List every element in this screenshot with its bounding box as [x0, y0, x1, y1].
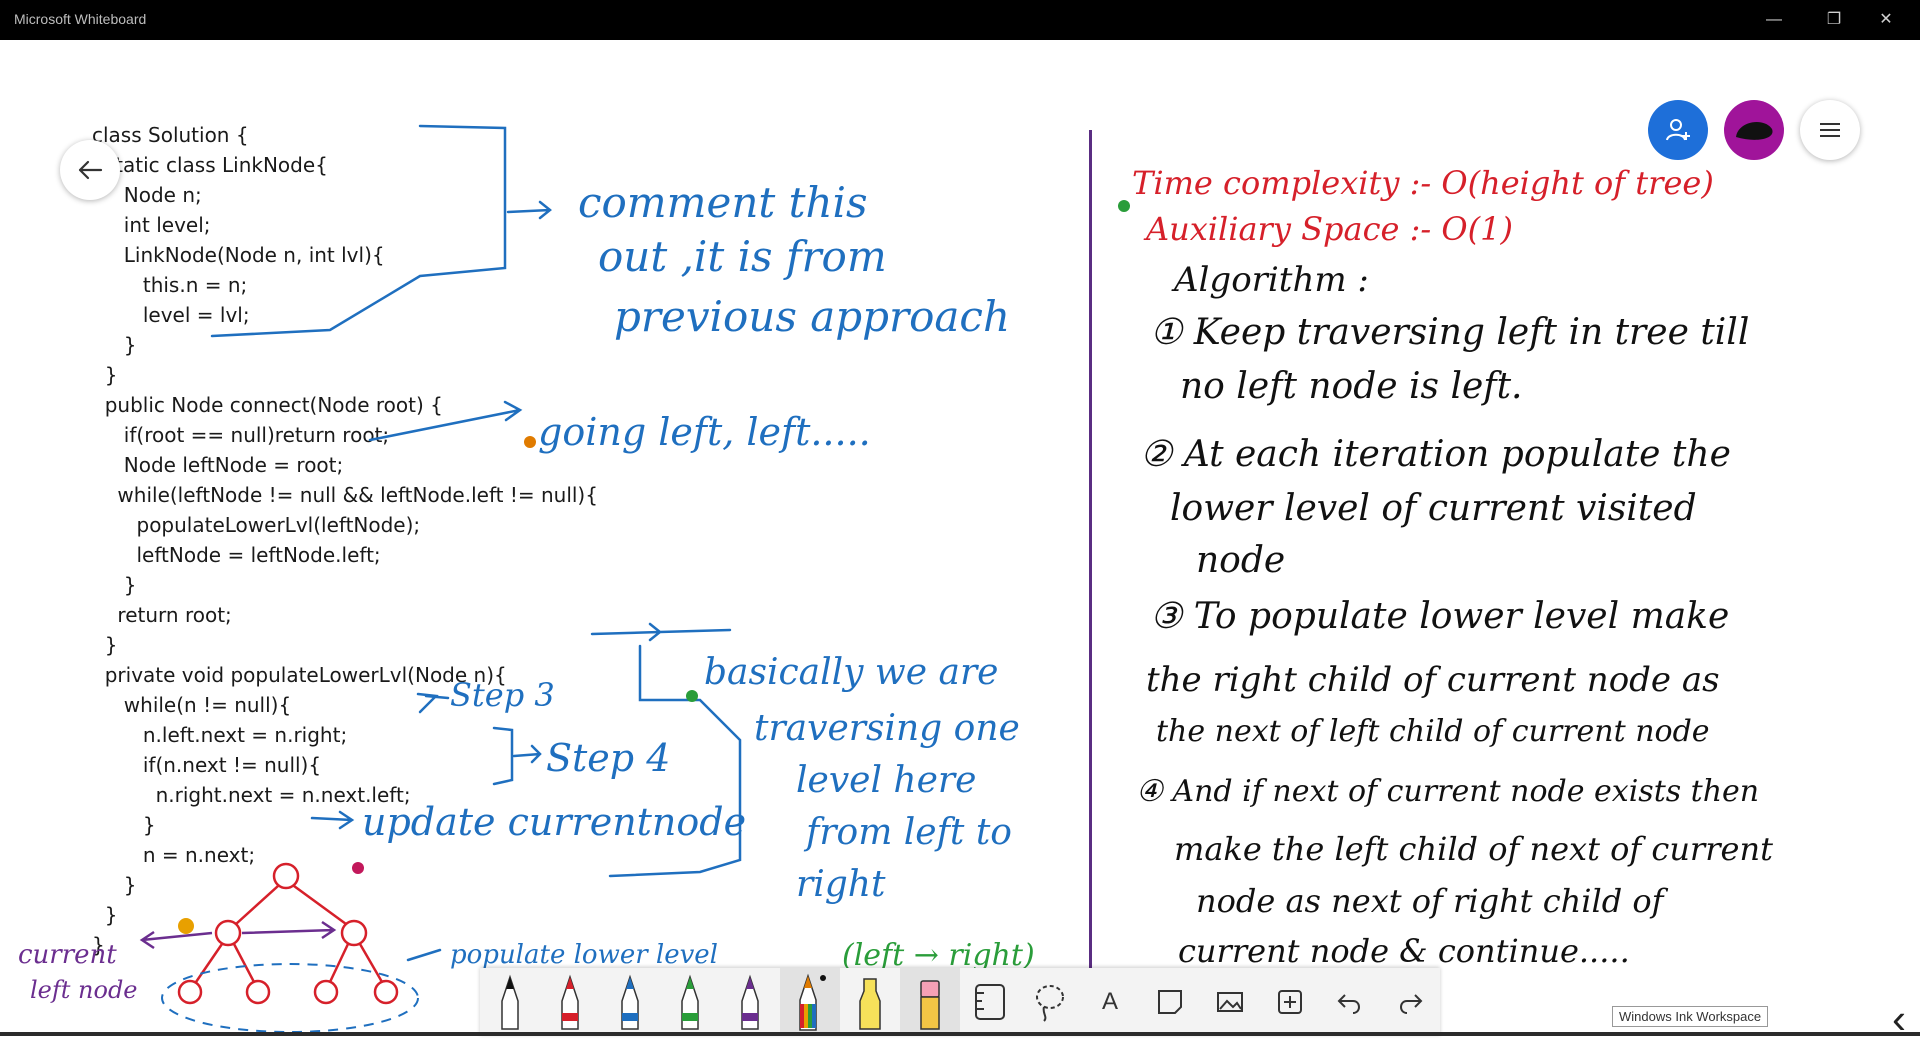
annotation-step4: Step 4	[546, 736, 671, 780]
green-pen-icon[interactable]	[660, 968, 720, 1036]
step1-line1: ① Keep traversing left in tree till	[1150, 312, 1750, 353]
step4-line4: current node & continue.....	[1178, 932, 1630, 970]
annotation-comment-line3: previous approach	[614, 292, 1011, 341]
algorithm-heading: Algorithm :	[1174, 260, 1369, 300]
step4-line3: node as next of right child of	[1196, 882, 1664, 920]
arrow-step3	[416, 692, 450, 714]
divider-line	[1089, 130, 1092, 970]
step1-line2: no left node is left.	[1180, 366, 1523, 407]
annotation-update-currentnode: update currentnode	[362, 800, 747, 844]
step3-line3: the next of left child of current node	[1156, 714, 1710, 749]
redo-icon[interactable]	[1380, 968, 1440, 1036]
add-icon[interactable]	[1260, 968, 1320, 1036]
text-tool-label: A	[1101, 988, 1118, 1015]
aux-space: Auxiliary Space :- O(1)	[1146, 210, 1513, 248]
rainbow-pen-icon[interactable]	[780, 968, 840, 1036]
brace-comment	[210, 124, 507, 338]
arrow-next	[241, 920, 337, 940]
sticky-note-icon[interactable]	[1140, 968, 1200, 1036]
user-avatar-icon	[1736, 122, 1773, 140]
ink-toolbar: A	[480, 968, 1440, 1036]
text-icon[interactable]: A	[1080, 968, 1140, 1036]
maximize-button[interactable]: ❐	[1814, 6, 1854, 34]
lasso-icon[interactable]	[1020, 968, 1080, 1036]
annotation-going-left: going left, left.....	[538, 410, 871, 454]
red-pen-icon[interactable]	[540, 968, 600, 1036]
annotation-basically-line1: basically we are	[704, 652, 999, 693]
add-person-icon	[1666, 119, 1690, 141]
menu-button[interactable]	[1800, 100, 1860, 160]
black-pen-icon[interactable]	[480, 968, 540, 1036]
taskbar-edge	[0, 1032, 1920, 1036]
annotation-left-node: left node	[30, 976, 138, 1004]
step2-line2: lower level of current visited	[1170, 488, 1697, 529]
window-title: Microsoft Whiteboard	[14, 11, 147, 27]
annotation-comment-line2: out ,it is from	[598, 232, 887, 281]
ruler-icon[interactable]	[960, 968, 1020, 1036]
undo-icon[interactable]	[1320, 968, 1380, 1036]
annotation-comment-line1: comment this	[578, 178, 868, 227]
time-complexity: Time complexity :- O(height of tree)	[1132, 164, 1714, 202]
arrow-left-icon	[78, 160, 103, 180]
hamburger-icon	[1820, 123, 1840, 137]
avatar[interactable]	[1724, 100, 1784, 160]
annotation-basically-line4: from left to	[806, 812, 1012, 853]
title-bar: Microsoft Whiteboard — ❐ ✕	[0, 0, 1920, 40]
annotation-step3: Step 3	[450, 676, 555, 714]
highlighter-icon[interactable]	[840, 968, 900, 1036]
step2-line3: node	[1196, 540, 1286, 581]
back-button[interactable]	[60, 140, 120, 200]
arrow-going-left	[368, 400, 523, 442]
minimize-button[interactable]: —	[1754, 6, 1794, 34]
arrow-current	[139, 930, 213, 950]
arrow-populate	[406, 948, 442, 962]
windows-ink-workspace-label[interactable]: Windows Ink Workspace	[1612, 1006, 1769, 1027]
blue-pen-icon[interactable]	[600, 968, 660, 1036]
invite-button[interactable]	[1648, 100, 1708, 160]
image-icon[interactable]	[1200, 968, 1260, 1036]
annotation-basically-line2: traversing one	[754, 708, 1020, 749]
eraser-icon[interactable]	[900, 968, 960, 1036]
whiteboard-canvas[interactable]: class Solution { static class LinkNode{ …	[0, 40, 1920, 1042]
step3-line1: ③ To populate lower level make	[1150, 596, 1730, 637]
brace-step4	[492, 726, 542, 786]
close-button[interactable]: ✕	[1866, 6, 1906, 34]
step4-line1: ④ And if next of current node exists the…	[1136, 774, 1760, 809]
annotation-basically-line5: right	[796, 864, 886, 905]
step2-line1: ② At each iteration populate the	[1140, 434, 1731, 475]
annotation-basically-line3: level here	[796, 760, 977, 801]
step3-line2: the right child of current node as	[1146, 660, 1720, 700]
purple-pen-icon[interactable]	[720, 968, 780, 1036]
annotation-populate-lower: populate lower level	[450, 940, 718, 970]
step4-line2: make the left child of next of current	[1174, 830, 1773, 868]
arrow-comment	[506, 200, 553, 220]
annotation-current: current	[18, 940, 117, 970]
arrow-update	[310, 810, 355, 830]
